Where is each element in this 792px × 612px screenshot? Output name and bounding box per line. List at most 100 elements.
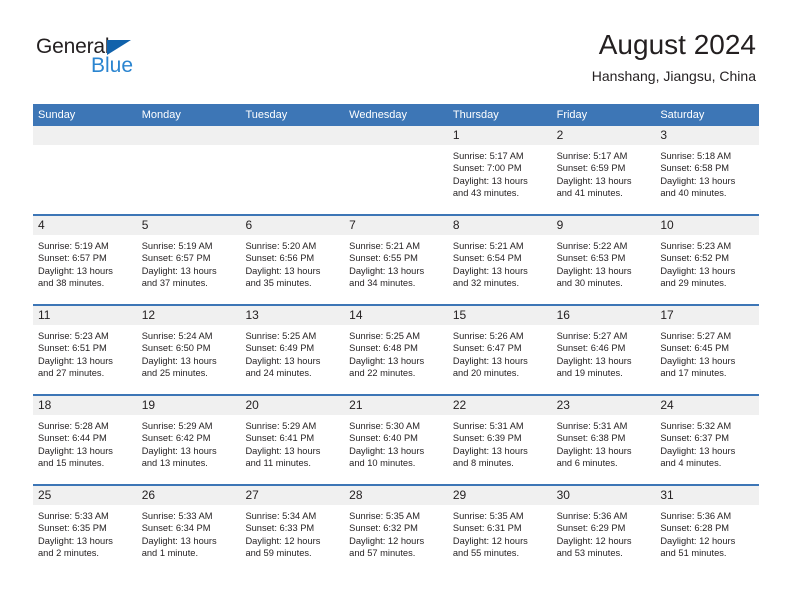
general-blue-logo[interactable]: General Blue: [36, 36, 176, 84]
day-number-band: [240, 126, 345, 145]
daylight-line-2: and 25 minutes.: [141, 368, 208, 379]
day-cell[interactable]: 2 Sunrise: 5:17 AM Sunset: 6:59 PM Dayli…: [551, 126, 656, 214]
day-cell[interactable]: 22 Sunrise: 5:31 AM Sunset: 6:39 PM Dayl…: [447, 396, 552, 484]
day-cell[interactable]: 19 Sunrise: 5:29 AM Sunset: 6:42 PM Dayl…: [136, 396, 241, 484]
day-cell[interactable]: 25 Sunrise: 5:33 AM Sunset: 6:35 PM Dayl…: [33, 486, 137, 574]
day-cell[interactable]: 24 Sunrise: 5:32 AM Sunset: 6:37 PM Dayl…: [655, 396, 760, 484]
day-details: Sunrise: 5:31 AM Sunset: 6:38 PM Dayligh…: [552, 415, 656, 470]
day-cell[interactable]: 16 Sunrise: 5:27 AM Sunset: 6:46 PM Dayl…: [551, 306, 656, 394]
day-cell[interactable]: 15 Sunrise: 5:26 AM Sunset: 6:47 PM Dayl…: [447, 306, 552, 394]
sunrise-line: Sunrise: 5:21 AM: [452, 241, 524, 251]
daylight-line-1: Daylight: 12 hours: [660, 535, 736, 546]
daylight-line-2: and 15 minutes.: [38, 458, 105, 469]
sunrise-line: Sunrise: 5:36 AM: [556, 511, 628, 521]
day-details: Sunrise: 5:17 AM Sunset: 6:59 PM Dayligh…: [552, 145, 656, 200]
day-cell[interactable]: [136, 126, 241, 214]
day-number: 3: [660, 128, 667, 142]
day-cell[interactable]: 29 Sunrise: 5:35 AM Sunset: 6:31 PM Dayl…: [447, 486, 552, 574]
day-number-band: 14: [344, 306, 448, 325]
logo-text-blue: Blue: [91, 54, 134, 77]
day-cell[interactable]: 13 Sunrise: 5:25 AM Sunset: 6:49 PM Dayl…: [240, 306, 345, 394]
day-number: 12: [141, 308, 156, 322]
day-cell[interactable]: 31 Sunrise: 5:36 AM Sunset: 6:28 PM Dayl…: [655, 486, 760, 574]
day-number: 14: [349, 308, 363, 322]
daylight-line-1: Daylight: 13 hours: [556, 355, 632, 366]
day-number: 2: [556, 128, 564, 142]
day-details: Sunrise: 5:21 AM Sunset: 6:55 PM Dayligh…: [344, 235, 448, 290]
day-number: 18: [38, 398, 52, 412]
daylight-line-1: Daylight: 13 hours: [141, 445, 217, 456]
day-number-band: 17: [655, 306, 760, 325]
day-details: Sunrise: 5:29 AM Sunset: 6:42 PM Dayligh…: [137, 415, 241, 470]
day-cell[interactable]: [344, 126, 448, 214]
day-cell[interactable]: 17 Sunrise: 5:27 AM Sunset: 6:45 PM Dayl…: [655, 306, 760, 394]
day-details: Sunrise: 5:34 AM Sunset: 6:33 PM Dayligh…: [240, 505, 344, 560]
sunrise-line: Sunrise: 5:17 AM: [556, 151, 628, 161]
sunset-line: Sunset: 6:49 PM: [245, 343, 315, 354]
day-cell[interactable]: 21 Sunrise: 5:30 AM Sunset: 6:40 PM Dayl…: [344, 396, 448, 484]
day-cell[interactable]: 5 Sunrise: 5:19 AM Sunset: 6:57 PM Dayli…: [136, 216, 241, 304]
day-cell[interactable]: [240, 126, 345, 214]
day-cell[interactable]: 28 Sunrise: 5:35 AM Sunset: 6:32 PM Dayl…: [344, 486, 448, 574]
sunrise-line: Sunrise: 5:36 AM: [660, 511, 732, 521]
day-number: 8: [452, 218, 460, 232]
day-cell[interactable]: 8 Sunrise: 5:21 AM Sunset: 6:54 PM Dayli…: [447, 216, 552, 304]
weekday-header-row: Sunday Monday Tuesday Wednesday Thursday…: [33, 104, 759, 126]
day-cell[interactable]: [33, 126, 137, 214]
day-details: [240, 145, 344, 150]
day-number: 5: [141, 218, 149, 232]
sunset-line: Sunset: 6:37 PM: [660, 433, 730, 444]
day-number: 7: [349, 218, 356, 232]
day-details: Sunrise: 5:36 AM Sunset: 6:28 PM Dayligh…: [655, 505, 759, 560]
daylight-line-1: Daylight: 13 hours: [556, 265, 632, 276]
calendar-page: General Blue August 2024 Hanshang, Jiang…: [0, 0, 792, 612]
day-cell[interactable]: 30 Sunrise: 5:36 AM Sunset: 6:29 PM Dayl…: [551, 486, 656, 574]
day-cell[interactable]: 6 Sunrise: 5:20 AM Sunset: 6:56 PM Dayli…: [240, 216, 345, 304]
day-details: Sunrise: 5:25 AM Sunset: 6:49 PM Dayligh…: [240, 325, 344, 380]
day-number: 25: [38, 488, 52, 502]
day-cell[interactable]: 23 Sunrise: 5:31 AM Sunset: 6:38 PM Dayl…: [551, 396, 656, 484]
daylight-line-2: and 40 minutes.: [660, 188, 727, 199]
weekday-header-tuesday: Tuesday: [245, 109, 288, 121]
sunrise-line: Sunrise: 5:17 AM: [452, 151, 524, 161]
sunrise-line: Sunrise: 5:22 AM: [556, 241, 628, 251]
weekday-header-friday: Friday: [556, 109, 588, 121]
day-cell[interactable]: 14 Sunrise: 5:25 AM Sunset: 6:48 PM Dayl…: [344, 306, 448, 394]
day-cell[interactable]: 20 Sunrise: 5:29 AM Sunset: 6:41 PM Dayl…: [240, 396, 345, 484]
sunset-line: Sunset: 7:00 PM: [452, 163, 522, 174]
daylight-line-1: Daylight: 13 hours: [349, 445, 425, 456]
day-number: 31: [660, 488, 674, 502]
day-cell[interactable]: 27 Sunrise: 5:34 AM Sunset: 6:33 PM Dayl…: [240, 486, 345, 574]
daylight-line-1: Daylight: 13 hours: [141, 265, 217, 276]
day-cell[interactable]: 4 Sunrise: 5:19 AM Sunset: 6:57 PM Dayli…: [33, 216, 137, 304]
sunset-line: Sunset: 6:44 PM: [38, 433, 107, 444]
day-number-band: 29: [447, 486, 552, 505]
day-number: 30: [556, 488, 570, 502]
sunset-line: Sunset: 6:53 PM: [556, 253, 626, 264]
sunset-line: Sunset: 6:29 PM: [556, 523, 626, 534]
day-cell[interactable]: 12 Sunrise: 5:24 AM Sunset: 6:50 PM Dayl…: [136, 306, 241, 394]
day-number-band: 15: [447, 306, 552, 325]
day-number-band: 12: [136, 306, 241, 325]
day-cell[interactable]: 1 Sunrise: 5:17 AM Sunset: 7:00 PM Dayli…: [447, 126, 552, 214]
day-cell[interactable]: 18 Sunrise: 5:28 AM Sunset: 6:44 PM Dayl…: [33, 396, 137, 484]
day-cell[interactable]: 26 Sunrise: 5:33 AM Sunset: 6:34 PM Dayl…: [136, 486, 241, 574]
daylight-line-1: Daylight: 13 hours: [38, 265, 113, 276]
day-cell[interactable]: 7 Sunrise: 5:21 AM Sunset: 6:55 PM Dayli…: [344, 216, 448, 304]
sunset-line: Sunset: 6:55 PM: [349, 253, 418, 264]
daylight-line-2: and 37 minutes.: [141, 278, 208, 289]
daylight-line-1: Daylight: 13 hours: [452, 445, 528, 456]
day-cell[interactable]: 3 Sunrise: 5:18 AM Sunset: 6:58 PM Dayli…: [655, 126, 760, 214]
daylight-line-1: Daylight: 12 hours: [349, 535, 425, 546]
sunrise-line: Sunrise: 5:18 AM: [660, 151, 732, 161]
day-cell[interactable]: 11 Sunrise: 5:23 AM Sunset: 6:51 PM Dayl…: [33, 306, 137, 394]
day-number: 13: [245, 308, 259, 322]
sunrise-line: Sunrise: 5:31 AM: [556, 421, 628, 431]
day-cell[interactable]: 10 Sunrise: 5:23 AM Sunset: 6:52 PM Dayl…: [655, 216, 760, 304]
daylight-line-1: Daylight: 13 hours: [245, 265, 321, 276]
sunset-line: Sunset: 6:56 PM: [245, 253, 315, 264]
day-number: 28: [349, 488, 363, 502]
day-number: 15: [452, 308, 467, 322]
day-cell[interactable]: 9 Sunrise: 5:22 AM Sunset: 6:53 PM Dayli…: [551, 216, 656, 304]
day-number: 27: [245, 488, 259, 502]
